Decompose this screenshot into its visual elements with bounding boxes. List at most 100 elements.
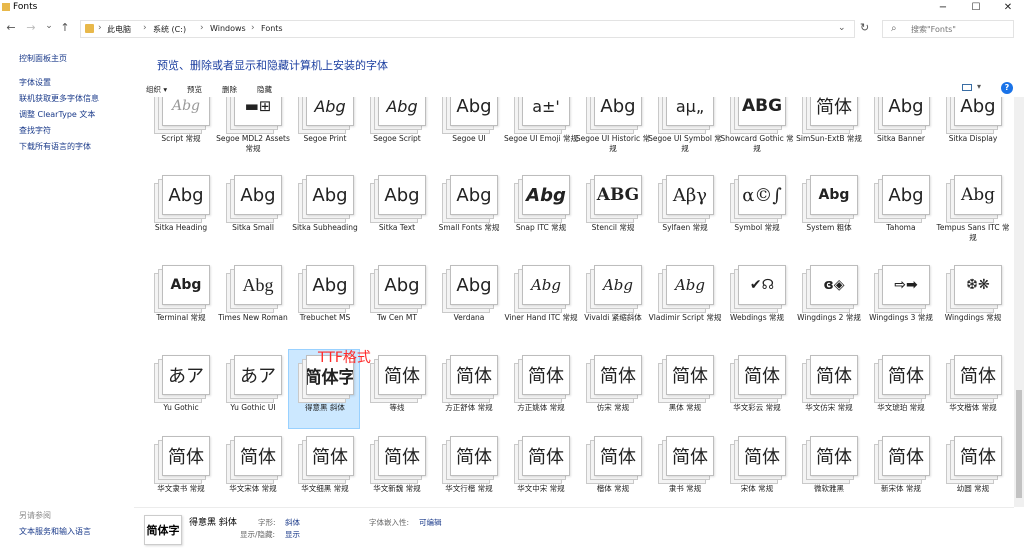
font-sample-text: 简体 bbox=[816, 97, 852, 118]
page-fold bbox=[993, 356, 1001, 364]
font-file-icon: Abg bbox=[946, 173, 1002, 223]
font-file-icon: Abg bbox=[586, 97, 642, 134]
font-file-icon: ▬⊞ bbox=[226, 97, 282, 134]
page-fold bbox=[777, 437, 785, 445]
font-name-label: System 粗体 bbox=[806, 223, 852, 232]
page-fold bbox=[921, 437, 929, 445]
font-page-front: 简体 bbox=[162, 436, 210, 476]
font-sample-text: α©∫ bbox=[742, 184, 782, 206]
font-sample-text: 简体 bbox=[744, 447, 780, 468]
font-file-icon: ABG bbox=[730, 97, 786, 134]
details-preview: 简体字 bbox=[144, 515, 182, 545]
page-fold bbox=[561, 266, 569, 274]
font-sample-text: 简体 bbox=[672, 366, 708, 387]
font-file-icon: 简体 bbox=[802, 97, 858, 134]
font-sample-text: ɞ◈ bbox=[823, 277, 845, 293]
font-name-label: 华文隶书 常规 bbox=[157, 484, 205, 493]
font-name-label: 华文宋体 常规 bbox=[229, 484, 277, 493]
font-name-label: Wingdings 3 常规 bbox=[869, 313, 933, 322]
font-name-label: Small Fonts 常规 bbox=[438, 223, 500, 232]
font-file-icon: Abg bbox=[226, 173, 282, 223]
page-fold bbox=[777, 356, 785, 364]
page-fold bbox=[345, 266, 353, 274]
page-fold bbox=[417, 437, 425, 445]
font-page-front: ɞ◈ bbox=[810, 265, 858, 305]
font-file-icon: Abg bbox=[298, 97, 354, 134]
font-sample-text: Abg bbox=[170, 277, 202, 293]
page-fold bbox=[705, 266, 713, 274]
font-name-label: Script 常规 bbox=[161, 134, 201, 143]
font-page-front: Abg bbox=[594, 97, 642, 126]
font-page-front: Abg bbox=[378, 265, 426, 305]
font-sample-text: Abg bbox=[818, 187, 850, 203]
font-sample-text: 简体 bbox=[960, 447, 996, 468]
page-fold bbox=[417, 266, 425, 274]
font-page-front: Abg bbox=[882, 97, 930, 126]
font-sample-text: Abg bbox=[456, 97, 492, 117]
page-fold bbox=[201, 437, 209, 445]
font-sample-text: 简体 bbox=[528, 447, 564, 468]
font-page-front: 简体 bbox=[882, 355, 930, 395]
font-page-front: あア bbox=[234, 355, 282, 395]
font-name-label: Segoe MDL2 Assets 常规 bbox=[216, 134, 290, 153]
font-name-label: 华文行楷 常规 bbox=[445, 484, 493, 493]
font-page-front: aμ„ bbox=[666, 97, 714, 126]
details-style-value: 斜体 bbox=[285, 518, 300, 527]
font-page-front: α©∫ bbox=[738, 175, 786, 215]
page-fold bbox=[201, 356, 209, 364]
font-page-front: ▬⊞ bbox=[234, 97, 282, 126]
font-file-icon: 简体 bbox=[586, 353, 642, 403]
font-file-icon: 简体 bbox=[874, 353, 930, 403]
font-sample-text: Abg bbox=[530, 276, 562, 294]
details-pane: 简体字 得意黑 斜体 字形: 斜体 显示/隐藏: 显示 字体嵌入性: 可编辑 bbox=[134, 507, 1014, 550]
font-file-icon: 简体 bbox=[946, 434, 1002, 484]
font-page-front: ✔☊ bbox=[738, 265, 786, 305]
font-page-front: 简体 bbox=[810, 97, 858, 126]
font-file-icon: Abg bbox=[154, 97, 210, 134]
font-file-icon: Abg bbox=[658, 263, 714, 313]
font-name-label: Sitka Banner bbox=[877, 134, 925, 143]
page-fold bbox=[345, 437, 353, 445]
font-sample-text: ❆❋ bbox=[966, 277, 990, 293]
font-sample-text: Abg bbox=[888, 97, 924, 117]
font-file-icon: Abg bbox=[154, 173, 210, 223]
see-also-heading: 另请参阅 bbox=[19, 511, 51, 520]
font-sample-text: 简体 bbox=[168, 447, 204, 468]
font-name-label: 宋体 常规 bbox=[740, 484, 774, 493]
font-name-label: Trebuchet MS bbox=[299, 313, 351, 322]
font-page-front: Abg bbox=[306, 175, 354, 215]
font-name-label: Tempus Sans ITC 常规 bbox=[936, 223, 1010, 242]
sidebar-item-text-services[interactable]: 文本服务和输入语言 bbox=[19, 526, 91, 537]
font-file-icon: a±' bbox=[514, 97, 570, 134]
font-sample-text: Abg bbox=[888, 184, 924, 206]
font-sample-text: 简体 bbox=[888, 447, 924, 468]
page-fold bbox=[561, 176, 569, 184]
font-page-front: ❆❋ bbox=[954, 265, 1002, 305]
font-name-label: Viner Hand ITC 常规 bbox=[504, 313, 578, 322]
page-fold bbox=[705, 437, 713, 445]
font-name-label: Sitka Text bbox=[378, 223, 416, 232]
font-name-label: 华文新魏 常规 bbox=[373, 484, 421, 493]
page-fold bbox=[633, 356, 641, 364]
font-name-label: 华文细黑 常规 bbox=[301, 484, 349, 493]
font-name-label: 华文楷体 常规 bbox=[949, 403, 997, 412]
font-sample-text: Abg bbox=[526, 184, 566, 206]
font-file-icon: Abg bbox=[442, 263, 498, 313]
font-file-icon: Abg bbox=[514, 173, 570, 223]
page-fold bbox=[993, 437, 1001, 445]
font-file-icon: 简体 bbox=[658, 434, 714, 484]
page-fold bbox=[273, 176, 281, 184]
font-name-label: Wingdings 常规 bbox=[944, 313, 1002, 322]
page-fold bbox=[633, 176, 641, 184]
font-file-icon: 简体 bbox=[946, 353, 1002, 403]
font-name-label: Vladimir Script 常规 bbox=[648, 313, 722, 322]
font-name-label: 华文中宋 常规 bbox=[517, 484, 565, 493]
font-file-icon: 简体 bbox=[370, 353, 426, 403]
font-sample-text: Abg bbox=[171, 98, 201, 114]
font-page-front: 简体 bbox=[882, 436, 930, 476]
font-file-icon: 简体 bbox=[730, 353, 786, 403]
font-page-front: Abg bbox=[306, 97, 354, 126]
scrollbar-thumb[interactable] bbox=[1016, 390, 1022, 498]
font-page-front: Abg bbox=[522, 175, 570, 215]
font-file-icon: Abg bbox=[370, 263, 426, 313]
